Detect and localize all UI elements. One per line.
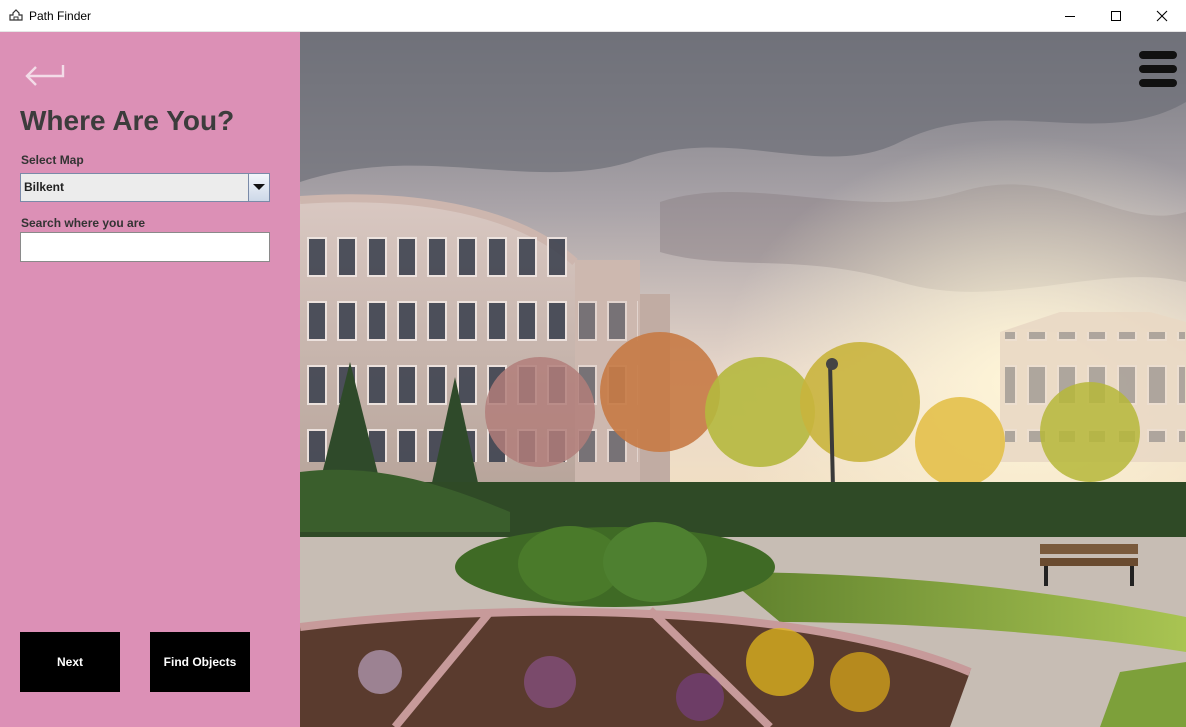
maximize-button[interactable]	[1093, 0, 1139, 31]
app-icon	[9, 9, 23, 21]
search-label: Search where you are	[21, 216, 146, 230]
title-bar: Path Finder	[0, 0, 1186, 32]
search-input[interactable]	[20, 232, 270, 262]
maximize-icon	[1111, 11, 1121, 21]
window-title: Path Finder	[29, 9, 92, 23]
find-objects-button[interactable]: Find Objects	[150, 632, 250, 692]
close-button[interactable]	[1139, 0, 1185, 31]
campus-photo	[300, 32, 1186, 727]
hamburger-menu-icon[interactable]	[1139, 51, 1177, 87]
sidebar: Where Are You? Select Map Bilkent Search…	[0, 32, 300, 727]
close-icon	[1156, 10, 1168, 22]
minimize-button[interactable]	[1047, 0, 1093, 31]
page-title: Where Are You?	[20, 105, 235, 136]
map-select-dropdown-button[interactable]	[248, 174, 269, 201]
select-map-label: Select Map	[21, 153, 84, 167]
chevron-down-icon	[253, 184, 265, 190]
minimize-icon	[1065, 16, 1075, 17]
map-select-value: Bilkent	[24, 180, 65, 194]
return-arrow-icon[interactable]	[22, 62, 66, 88]
next-button[interactable]: Next	[20, 632, 120, 692]
map-select[interactable]: Bilkent	[20, 173, 270, 202]
